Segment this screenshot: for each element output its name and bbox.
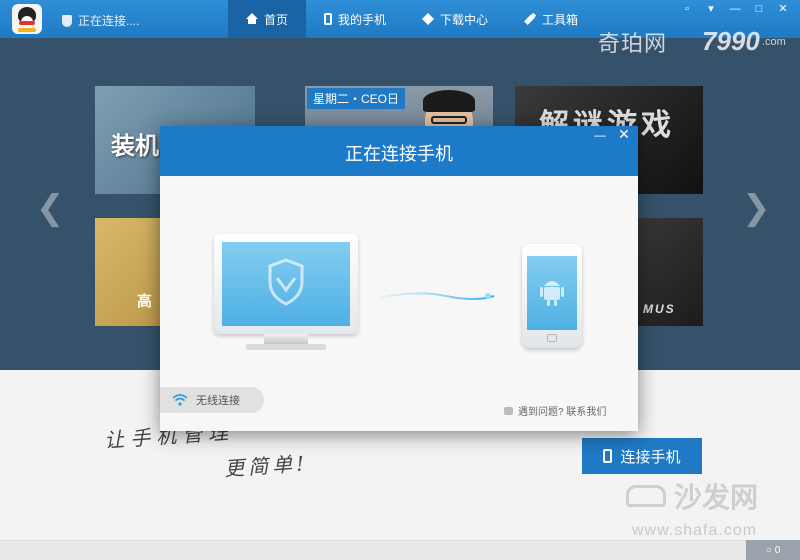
chevron-left-icon[interactable]: ❮ <box>36 188 65 228</box>
skin-icon[interactable]: ▾ <box>702 2 720 16</box>
coin-icon: ○ <box>765 544 772 556</box>
message-badge-count: 0 <box>774 544 781 556</box>
watermark-shafa-text: 沙发网 <box>674 482 759 513</box>
chat-icon <box>504 406 513 415</box>
watermark-shafa-url: www.shafa.com <box>632 522 758 539</box>
tab-my-phone[interactable]: 我的手机 <box>306 0 404 38</box>
status-bar <box>0 540 800 560</box>
connection-status: 正在连接.... <box>62 12 139 29</box>
chevron-right-icon[interactable]: ❯ <box>742 188 771 228</box>
shield-icon <box>62 14 72 27</box>
computer-illustration <box>214 234 358 334</box>
slogan-line-2: 更简单! <box>223 451 309 481</box>
close-icon[interactable]: ✕ <box>774 2 792 16</box>
tool-icon <box>524 13 537 25</box>
dialog-header: 正在连接手机 — ✕ <box>160 126 638 176</box>
download-icon <box>422 13 435 25</box>
tab-my-phone-label: 我的手机 <box>338 12 387 27</box>
tab-download-center-label: 下载中心 <box>440 12 489 27</box>
connection-wave <box>377 292 495 300</box>
window-controls: ▫ ▾ — □ ✕ <box>678 2 792 16</box>
menu-icon[interactable]: ▫ <box>678 2 696 16</box>
sofa-icon <box>626 485 666 507</box>
tab-home-label: 首页 <box>264 12 289 27</box>
banner-tile-gold-text: 高 <box>137 293 153 310</box>
banner-tile-music-text: MUS <box>643 302 676 316</box>
main-nav: 首页 我的手机 下载中心 工具箱 <box>228 0 596 38</box>
connect-phone-button[interactable]: 连接手机 <box>582 438 702 474</box>
wireless-connect-button[interactable]: 无线连接 <box>160 387 264 413</box>
watermark-site-number: 7990 <box>702 26 760 56</box>
wireless-connect-label: 无线连接 <box>196 395 240 407</box>
tab-download-center[interactable]: 下载中心 <box>404 0 506 38</box>
qq-penguin-logo[interactable] <box>12 4 42 34</box>
watermark-qipa: 奇珀网 <box>598 31 668 56</box>
phone-icon <box>603 449 613 463</box>
watermark-shafa: 沙发网 <box>626 476 758 516</box>
banner-tile-ceo-tag: 星期二・CEO日 <box>307 88 406 109</box>
message-badge[interactable]: ○ 0 <box>746 540 800 560</box>
maximize-icon[interactable]: □ <box>750 2 768 16</box>
tab-toolbox[interactable]: 工具箱 <box>506 0 596 38</box>
minimize-icon[interactable]: — <box>726 2 744 16</box>
watermark-site-com: .com <box>762 36 786 48</box>
connecting-dialog: 正在连接手机 — ✕ 无线连接 遇到问题? 联系我们 <box>160 126 638 431</box>
android-icon <box>540 281 564 306</box>
help-link-text: 遇到问题? 联系我们 <box>518 407 607 418</box>
shield-icon <box>268 258 304 306</box>
top-bar: 正在连接.... 首页 我的手机 下载中心 工具箱 ▫ ▾ — □ ✕ <box>0 0 800 38</box>
monitor-stand <box>264 334 308 344</box>
dialog-minimize-icon[interactable]: — <box>592 128 608 142</box>
phone-illustration <box>522 244 582 348</box>
monitor-base <box>246 344 326 350</box>
help-link[interactable]: 遇到问题? 联系我们 <box>504 403 606 418</box>
tab-toolbox-label: 工具箱 <box>542 12 579 27</box>
dialog-title: 正在连接手机 <box>345 144 453 164</box>
home-icon <box>246 13 258 24</box>
dialog-close-icon[interactable]: ✕ <box>616 126 632 143</box>
wifi-icon <box>172 394 188 406</box>
tab-home[interactable]: 首页 <box>228 0 307 38</box>
banner-tile-install-text: 装机 <box>111 133 159 160</box>
connection-status-text: 正在连接.... <box>78 14 140 28</box>
phone-icon <box>324 13 333 25</box>
connect-phone-button-label: 连接手机 <box>620 448 681 466</box>
